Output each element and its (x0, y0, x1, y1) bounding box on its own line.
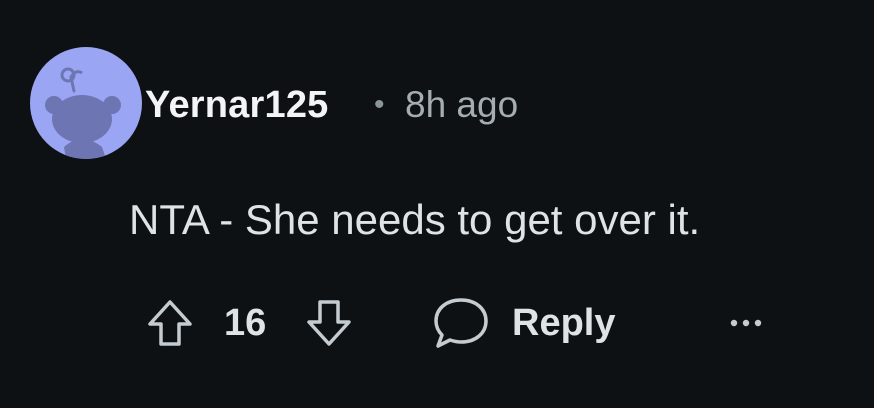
snoo-avatar-icon (45, 67, 121, 159)
comment-timestamp: 8h ago (405, 84, 519, 125)
vote-count: 16 (224, 302, 267, 344)
upvote-button[interactable] (143, 295, 197, 351)
speech-bubble-icon (434, 298, 488, 348)
reply-label: Reply (512, 302, 616, 344)
more-options-button[interactable] (724, 303, 768, 343)
reply-button[interactable]: Reply (432, 294, 615, 352)
comment: Yernar125 • 8h ago NTA - She needs to ge… (0, 0, 874, 408)
downvote-button[interactable] (302, 295, 356, 351)
comment-author[interactable]: Yernar125 (145, 82, 329, 128)
user-avatar[interactable] (30, 47, 142, 159)
comment-body: NTA - She needs to get over it. (129, 196, 701, 243)
ellipsis-icon (730, 319, 762, 327)
meta-separator: • (374, 88, 385, 121)
arrow-up-icon (148, 300, 192, 346)
arrow-down-icon (307, 300, 351, 346)
